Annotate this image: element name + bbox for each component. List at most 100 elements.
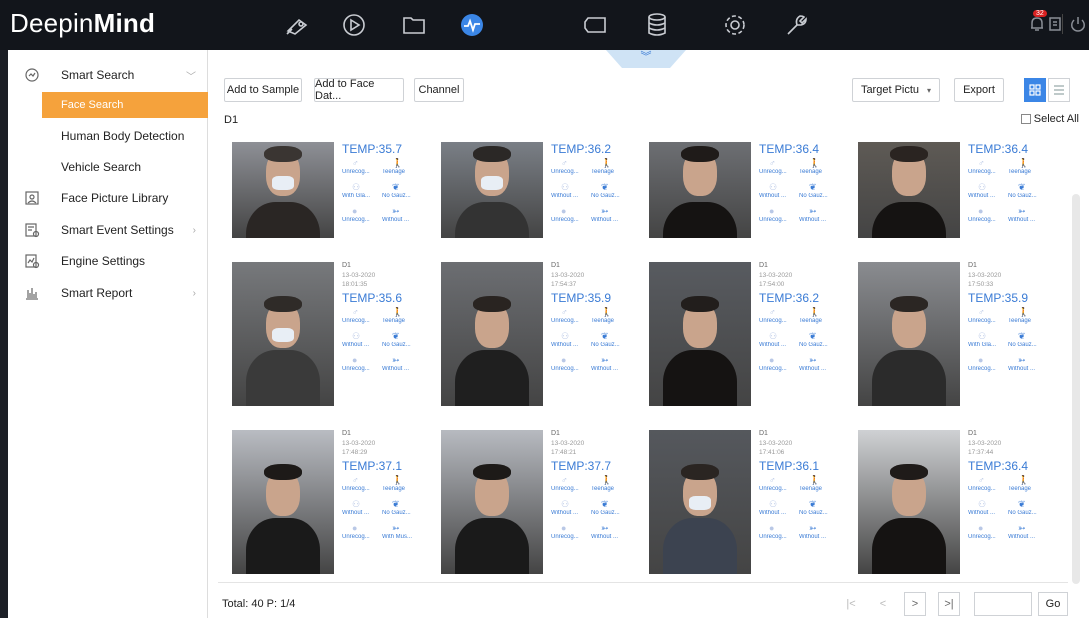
- face-thumbnail[interactable]: [441, 262, 543, 406]
- attribute-row: ⚇ ❦ Without ... No Gauz...: [342, 497, 432, 521]
- grid-view-toggle[interactable]: [1024, 78, 1046, 102]
- sidebar-item-face-picture-library[interactable]: Face Picture Library: [8, 185, 208, 211]
- attribute-value: Without ...: [799, 217, 827, 223]
- select-all-checkbox[interactable]: Select All: [1020, 113, 1079, 125]
- target-picture-select[interactable]: Target Pictu ▾: [852, 78, 940, 102]
- face-thumbnail[interactable]: [649, 142, 751, 238]
- sidebar-item-smart-event-settings[interactable]: Smart Event Settings ›: [8, 217, 208, 243]
- playback-icon[interactable]: [337, 8, 371, 42]
- face-thumbnail[interactable]: [232, 430, 334, 574]
- face-thumbnail[interactable]: [858, 142, 960, 238]
- result-card[interactable]: D1 13-03-2020 17:41:06 TEMP:36.1 ♂ 🚶 Unrecog..…: [649, 430, 849, 580]
- expression-icon: ●: [561, 355, 567, 365]
- mask-icon: ❦: [601, 331, 609, 341]
- attribute-value: Without ...: [551, 342, 579, 348]
- scrollbar[interactable]: [1072, 194, 1080, 584]
- expression-icon: ●: [561, 206, 567, 216]
- glasses-icon: ⚇: [561, 331, 570, 341]
- face-thumbnail[interactable]: [232, 262, 334, 406]
- face-thumbnail[interactable]: [232, 142, 334, 238]
- result-channel: D1: [968, 430, 977, 437]
- main-content: ︾ Add to Sample Add to Face Dat... Chann…: [208, 50, 1089, 618]
- result-card[interactable]: D1 13-03-2020 17:37:44 TEMP:36.4 ♂ 🚶 Unrecog..…: [858, 430, 1058, 580]
- face-thumbnail[interactable]: [649, 262, 751, 406]
- attribute-value: Unrecog...: [551, 534, 579, 540]
- attribute-row: ♂ 🚶 Unrecog... Teenage: [968, 305, 1058, 329]
- attribute-row: ● ➳ Unrecog... Without ...: [551, 353, 641, 377]
- result-time: 17:48:21: [551, 449, 577, 456]
- sidebar-item-human-body-detection[interactable]: Human Body Detection: [8, 123, 208, 149]
- expression-icon: ●: [769, 206, 775, 216]
- result-card[interactable]: D1 13-03-2020 17:50:33 TEMP:35.9 ♂ 🚶 Unrecog..…: [858, 262, 1058, 412]
- result-card[interactable]: D1 13-03-2020 18:01:35 TEMP:35.6 ♂ 🚶 Unrecog..…: [232, 262, 432, 412]
- result-channel: D1: [342, 430, 351, 437]
- sidebar-item-smart-report[interactable]: Smart Report ›: [8, 280, 208, 306]
- page-number-input[interactable]: [974, 592, 1032, 616]
- face-thumbnail[interactable]: [858, 430, 960, 574]
- collapse-toggle[interactable]: ︾: [606, 50, 686, 68]
- go-button[interactable]: Go: [1038, 592, 1068, 616]
- face-thumbnail[interactable]: [441, 142, 543, 238]
- attribute-row: ♂ 🚶 Unrecog... Teenage: [759, 473, 849, 497]
- attribute-value: Without ...: [1008, 217, 1036, 223]
- attribute-value: Teenage: [591, 486, 615, 492]
- database-icon[interactable]: [640, 8, 674, 42]
- add-to-sample-button[interactable]: Add to Sample: [224, 78, 302, 102]
- last-page-button[interactable]: >|: [938, 592, 960, 616]
- face-thumbnail[interactable]: [441, 430, 543, 574]
- result-card[interactable]: D1 13-03-2020 17:54:00 TEMP:36.2 ♂ 🚶 Unrecog..…: [649, 262, 849, 412]
- list-view-icon: [1054, 85, 1064, 95]
- attribute-row: ♂ 🚶 Unrecog... Teenage: [342, 473, 432, 497]
- export-button[interactable]: Export: [954, 78, 1004, 102]
- glasses-icon: ⚇: [978, 182, 987, 192]
- mask-icon: ❦: [1018, 182, 1026, 192]
- attribute-value: Unrecog...: [342, 534, 370, 540]
- storage-icon[interactable]: [578, 8, 612, 42]
- smart-analysis-icon[interactable]: [455, 8, 489, 42]
- attribute-value: Unrecog...: [342, 217, 370, 223]
- add-to-face-database-button[interactable]: Add to Face Dat...: [314, 78, 404, 102]
- expression-icon: ●: [978, 206, 984, 216]
- result-temperature: TEMP:37.7: [551, 459, 612, 473]
- first-page-button[interactable]: |<: [840, 592, 862, 616]
- result-date: 13-03-2020: [342, 440, 376, 447]
- result-card[interactable]: D1 13-03-2020 17:48:21 TEMP:37.7 ♂ 🚶 Unrecog..…: [441, 430, 641, 580]
- glasses-icon: ⚇: [561, 182, 570, 192]
- expression-icon: ●: [352, 523, 358, 533]
- camera-icon[interactable]: [280, 8, 314, 42]
- prev-page-button[interactable]: <: [872, 592, 894, 616]
- folder-icon[interactable]: [397, 8, 431, 42]
- sidebar-item-smart-search[interactable]: Smart Search ﹀: [8, 62, 208, 88]
- result-temperature: TEMP:37.1: [342, 459, 403, 473]
- face-thumbnail[interactable]: [649, 430, 751, 574]
- result-channel: D1: [759, 262, 768, 269]
- chevron-right-icon: ›: [192, 287, 196, 299]
- attribute-value: No Gauz...: [1008, 510, 1037, 516]
- settings-icon[interactable]: [718, 8, 752, 42]
- attribute-row: ⚇ ❦ Without ... No Gauz...: [759, 180, 849, 204]
- glasses-icon: ⚇: [769, 499, 778, 509]
- list-view-toggle[interactable]: [1048, 78, 1070, 102]
- result-card[interactable]: D1 13-03-2020 17:48:29 TEMP:37.1 ♂ 🚶 Unrecog..…: [232, 430, 432, 580]
- attribute-value: Without ...: [799, 366, 827, 372]
- sidebar-item-engine-settings[interactable]: Engine Settings: [8, 248, 208, 274]
- sidebar-item-vehicle-search[interactable]: Vehicle Search: [8, 154, 208, 180]
- notification-bell-icon[interactable]: 32: [1027, 10, 1047, 34]
- gender-icon: ♂: [978, 475, 985, 485]
- maintenance-icon[interactable]: [778, 8, 812, 42]
- channel-button[interactable]: Channel: [414, 78, 464, 102]
- result-channel: D1: [342, 262, 351, 269]
- result-card[interactable]: D1 13-03-2020 17:54:37 TEMP:35.9 ♂ 🚶 Unrecog..…: [441, 262, 641, 412]
- attribute-value: Unrecog...: [968, 366, 996, 372]
- next-page-button[interactable]: >: [904, 592, 926, 616]
- attribute-row: ● ➳ Unrecog... Without ...: [968, 353, 1058, 377]
- power-icon[interactable]: [1068, 14, 1088, 34]
- sidebar-item-face-search[interactable]: Face Search: [42, 92, 208, 118]
- face-thumbnail[interactable]: [858, 262, 960, 406]
- smart-search-icon: [24, 67, 40, 83]
- mustache-icon: ➳: [809, 355, 817, 365]
- attribute-value: No Gauz...: [799, 510, 828, 516]
- result-date: 13-03-2020: [968, 440, 1002, 447]
- result-time: 17:54:00: [759, 281, 785, 288]
- result-channel: D1: [759, 430, 768, 437]
